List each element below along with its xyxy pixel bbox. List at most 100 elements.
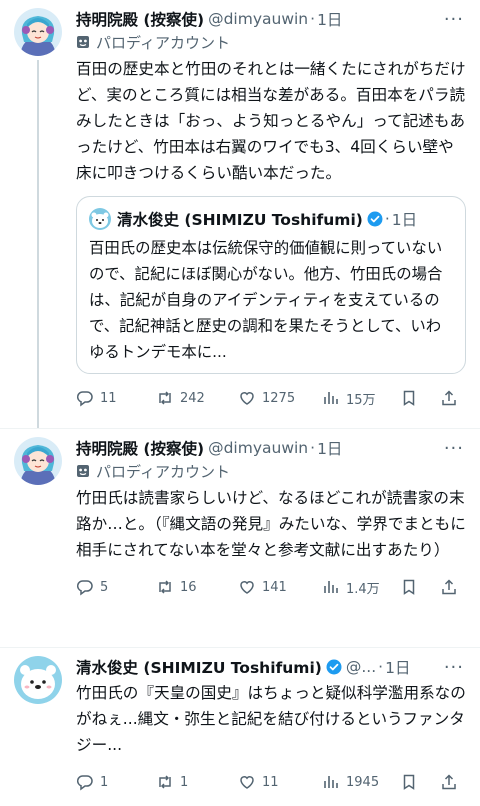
parody-label: パロディアカウント bbox=[76, 30, 466, 54]
mask-icon bbox=[77, 465, 89, 477]
tweet-left-column bbox=[10, 8, 66, 428]
reply-count: 11 bbox=[100, 390, 117, 406]
thread: 持明院殿 (按察使) @dimyauwin · 1日 ··· パロディアカウント… bbox=[0, 0, 480, 791]
retweet-button[interactable]: 16 bbox=[156, 578, 238, 596]
reply-button[interactable]: 5 bbox=[76, 578, 156, 596]
share-icon bbox=[442, 579, 456, 595]
tweet-left-column bbox=[10, 437, 66, 647]
retweet-button[interactable]: 1 bbox=[156, 773, 238, 791]
share-button[interactable] bbox=[440, 773, 464, 791]
action-bar: 1 1 11 1945 bbox=[76, 762, 466, 802]
mask-icon bbox=[77, 36, 89, 48]
reply-count: 1 bbox=[100, 774, 109, 790]
quote-author-name[interactable]: 清水俊史 (SHIMIZU Toshifumi) bbox=[117, 208, 363, 230]
quoted-tweet[interactable]: 清水俊史 (SHIMIZU Toshifumi) · 1日 百田氏の歴史本は伝統… bbox=[76, 196, 466, 374]
share-icon bbox=[442, 390, 456, 406]
separator-dot: · bbox=[310, 10, 316, 28]
tweet[interactable]: 清水俊史 (SHIMIZU Toshifumi) @... · 1日 ··· 竹… bbox=[0, 648, 480, 806]
tweet-header: 持明院殿 (按察使) @dimyauwin · 1日 ··· bbox=[76, 437, 466, 459]
like-count: 1275 bbox=[262, 390, 296, 406]
more-icon[interactable]: ··· bbox=[444, 438, 466, 459]
author-name[interactable]: 持明院殿 (按察使) bbox=[76, 437, 204, 459]
quote-header: 清水俊史 (SHIMIZU Toshifumi) · 1日 bbox=[89, 207, 453, 231]
bookmark-icon bbox=[403, 774, 415, 790]
author-handle[interactable]: @dimyauwin bbox=[208, 439, 308, 457]
quote-avatar[interactable] bbox=[89, 208, 111, 230]
avatar[interactable] bbox=[14, 656, 62, 704]
separator-dot: · bbox=[310, 439, 316, 457]
more-icon[interactable]: ··· bbox=[444, 9, 466, 30]
retweet-icon bbox=[159, 391, 171, 405]
retweet-count: 1 bbox=[180, 774, 189, 790]
quote-text: 百田氏の歴史本は伝統保守的価値観に則っていないので、記紀にほぼ関心がない。他方、… bbox=[89, 239, 443, 361]
view-count: 15万 bbox=[346, 392, 376, 408]
author-handle[interactable]: @... bbox=[346, 658, 376, 676]
bookmark-icon bbox=[403, 579, 415, 595]
tweet-text: 竹田氏の『天皇の国史』はちょっと疑似科学濫用系なのがねぇ...縄文・弥生と記紀を… bbox=[76, 684, 466, 754]
tweet-content: 持明院殿 (按察使) @dimyauwin · 1日 ··· パロディアカウント… bbox=[66, 8, 470, 428]
retweet-count: 16 bbox=[180, 579, 197, 595]
tweet-text: 竹田氏は読書家らしいけど、なるほどこれが読書家の末路か…と。（『縄文語の発見』み… bbox=[76, 489, 466, 559]
retweet-button[interactable]: 242 bbox=[156, 389, 238, 407]
like-count: 141 bbox=[262, 579, 287, 595]
author-name[interactable]: 持明院殿 (按察使) bbox=[76, 8, 204, 30]
verified-badge-icon bbox=[367, 211, 383, 227]
more-icon[interactable]: ··· bbox=[444, 657, 466, 678]
thread-line bbox=[37, 60, 39, 428]
heart-icon bbox=[240, 581, 254, 594]
view-count: 1.4万 bbox=[346, 581, 380, 597]
retweet-icon bbox=[159, 775, 171, 789]
like-button[interactable]: 11 bbox=[238, 773, 322, 791]
like-button[interactable]: 1275 bbox=[238, 389, 322, 407]
share-button[interactable] bbox=[440, 389, 464, 407]
reply-button[interactable]: 11 bbox=[76, 389, 156, 407]
views-icon bbox=[324, 581, 338, 593]
parody-label: パロディアカウント bbox=[76, 459, 466, 483]
reply-icon bbox=[76, 391, 93, 407]
tweet[interactable]: 持明院殿 (按察使) @dimyauwin · 1日 ··· パロディアカウント… bbox=[0, 429, 480, 647]
bookmark-button[interactable] bbox=[400, 773, 440, 791]
retweet-count: 242 bbox=[180, 390, 205, 406]
tweet[interactable]: 持明院殿 (按察使) @dimyauwin · 1日 ··· パロディアカウント… bbox=[0, 0, 480, 428]
tweet-content: 持明院殿 (按察使) @dimyauwin · 1日 ··· パロディアカウント… bbox=[66, 437, 470, 647]
avatar[interactable] bbox=[14, 8, 62, 56]
quote-timestamp[interactable]: 1日 bbox=[392, 208, 417, 230]
timestamp[interactable]: 1日 bbox=[317, 8, 342, 30]
views-icon bbox=[324, 776, 338, 788]
separator-dot: · bbox=[378, 658, 384, 676]
verified-badge-icon bbox=[326, 659, 342, 675]
views-icon bbox=[324, 392, 338, 404]
heart-icon bbox=[240, 776, 254, 789]
views-button[interactable]: 1945 bbox=[322, 773, 400, 791]
bookmark-button[interactable] bbox=[400, 389, 440, 407]
parody-label-text: パロディアカウント bbox=[96, 33, 230, 52]
share-button[interactable] bbox=[440, 578, 464, 596]
reply-icon bbox=[76, 580, 93, 596]
action-bar: 11 242 1275 15万 bbox=[76, 378, 466, 418]
retweet-icon bbox=[159, 580, 171, 594]
separator-dot: · bbox=[384, 210, 390, 228]
author-handle[interactable]: @dimyauwin bbox=[208, 10, 308, 28]
timestamp[interactable]: 1日 bbox=[317, 437, 342, 459]
tweet-header: 清水俊史 (SHIMIZU Toshifumi) @... · 1日 ··· bbox=[76, 656, 466, 678]
action-bar: 5 16 141 1.4万 bbox=[76, 567, 466, 607]
reply-count: 5 bbox=[100, 579, 109, 595]
bookmark-button[interactable] bbox=[400, 578, 440, 596]
bookmark-icon bbox=[403, 390, 415, 406]
view-count: 1945 bbox=[346, 774, 380, 790]
views-button[interactable]: 15万 bbox=[322, 389, 400, 408]
like-count: 11 bbox=[262, 774, 279, 790]
like-button[interactable]: 141 bbox=[238, 578, 322, 596]
tweet-content: 清水俊史 (SHIMIZU Toshifumi) @... · 1日 ··· 竹… bbox=[66, 656, 470, 806]
tweet-header: 持明院殿 (按察使) @dimyauwin · 1日 ··· bbox=[76, 8, 466, 30]
timestamp[interactable]: 1日 bbox=[385, 656, 410, 678]
reply-icon bbox=[76, 775, 93, 791]
author-name[interactable]: 清水俊史 (SHIMIZU Toshifumi) bbox=[76, 656, 322, 678]
tweet-left-column bbox=[10, 656, 66, 806]
avatar[interactable] bbox=[14, 437, 62, 485]
reply-button[interactable]: 1 bbox=[76, 773, 156, 791]
share-icon bbox=[442, 774, 456, 790]
views-button[interactable]: 1.4万 bbox=[322, 578, 400, 597]
parody-label-text: パロディアカウント bbox=[96, 462, 230, 481]
tweet-text: 百田の歴史本と竹田のそれとは一緒くたにされがちだけど、実のところ質には相当な差が… bbox=[76, 60, 466, 182]
